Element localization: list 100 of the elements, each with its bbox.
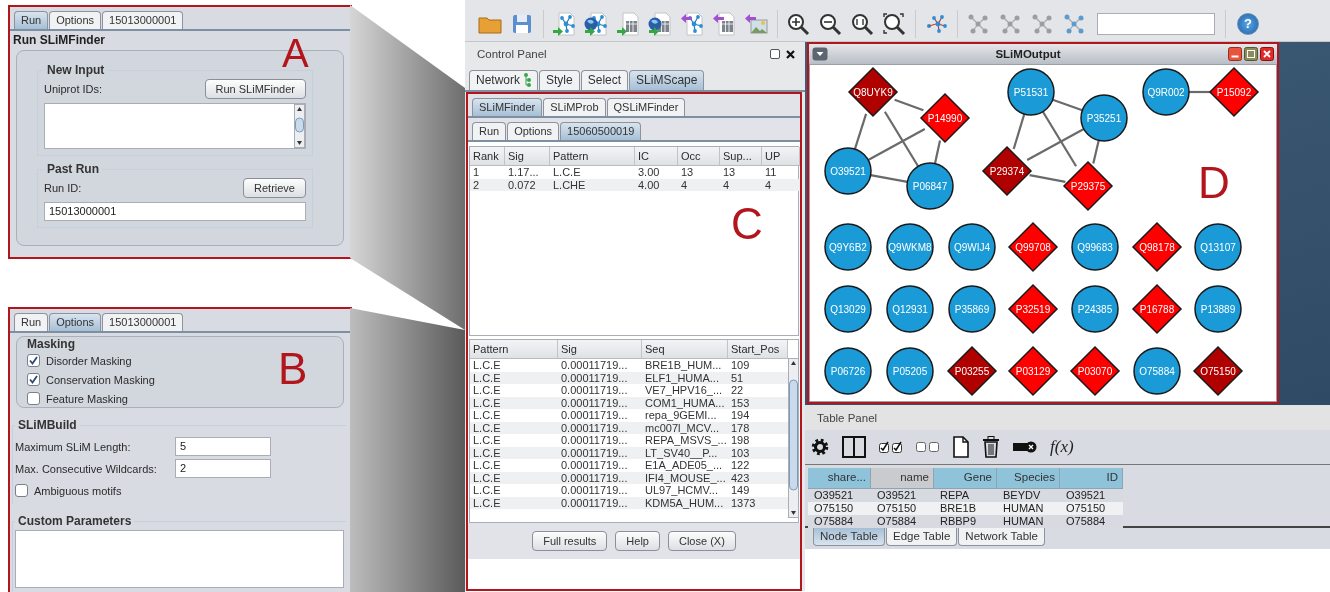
tab[interactable]: Run — [472, 122, 507, 140]
network-node[interactable]: P03255 — [946, 345, 998, 397]
close-icon[interactable] — [786, 49, 795, 59]
zoom-actual-size-icon[interactable] — [849, 11, 875, 36]
tab[interactable]: 15060500019 — [560, 122, 642, 140]
column-header[interactable]: Gene — [934, 468, 997, 489]
column-header[interactable]: share... — [808, 468, 871, 489]
column-header[interactable]: Sig — [505, 147, 550, 166]
tab[interactable]: Edge Table — [886, 528, 958, 546]
tab[interactable]: 15013000001 — [102, 313, 184, 331]
number-field[interactable]: 5 — [175, 437, 271, 456]
table-export-icon[interactable] — [711, 11, 737, 36]
column-header[interactable]: name — [871, 468, 934, 489]
search-field[interactable] — [1097, 12, 1215, 35]
column-header[interactable]: UP — [762, 147, 800, 166]
maximize-icon[interactable] — [1244, 47, 1258, 61]
table-cell: 178 — [728, 421, 788, 434]
custom-parameters-field[interactable] — [15, 530, 344, 588]
zoom-fit-icon[interactable] — [881, 11, 907, 36]
tab[interactable]: SLiMProb — [543, 98, 606, 116]
column-header[interactable]: Species — [997, 468, 1060, 489]
table-import-icon[interactable] — [615, 11, 641, 36]
table-cell: 4 — [678, 178, 720, 191]
tab[interactable]: Style — [539, 70, 580, 90]
network-node[interactable]: P29374 — [981, 145, 1033, 197]
network-node[interactable]: P32519 — [1007, 283, 1059, 335]
document-icon[interactable] — [953, 436, 969, 458]
tab[interactable]: Options — [49, 313, 102, 331]
column-header[interactable]: ID — [1060, 468, 1123, 489]
column-header[interactable]: Pattern — [470, 340, 558, 359]
number-field[interactable]: 2 — [175, 459, 271, 478]
close-icon[interactable] — [1260, 47, 1274, 61]
tab[interactable]: QSLiMFinder — [606, 98, 686, 116]
uniprot-ids-field[interactable] — [44, 103, 306, 149]
tab[interactable]: Node Table — [813, 528, 885, 546]
square-icon[interactable] — [770, 49, 780, 59]
minimize-icon[interactable] — [1228, 47, 1242, 61]
tab[interactable]: 15013000001 — [102, 11, 184, 29]
scrollbar[interactable] — [294, 104, 305, 148]
table-cell-text: L.C.E — [472, 459, 502, 472]
run-id-field[interactable]: 15013000001 — [44, 202, 306, 221]
tab[interactable]: SLiMFinder — [472, 98, 543, 116]
tab[interactable]: Options — [507, 122, 560, 140]
network-node[interactable]: Q8UYK9 — [847, 66, 899, 118]
table-cell: L.C.E — [470, 371, 558, 384]
table-cell: 0.00011719... — [558, 421, 642, 434]
column-header[interactable]: Start_Pos — [728, 340, 788, 359]
network-node[interactable]: O75150 — [1192, 345, 1244, 397]
checkbox[interactable] — [27, 373, 40, 386]
action-button[interactable]: Close (X) — [668, 531, 736, 551]
action-button[interactable]: Help — [615, 531, 660, 551]
table-cell: O75884 — [871, 515, 934, 528]
column-header[interactable]: Sup... — [720, 147, 762, 166]
column-header[interactable]: IC — [635, 147, 678, 166]
tab[interactable]: SLiMScape — [629, 70, 705, 90]
zoom-out-icon[interactable] — [817, 11, 843, 36]
column-header[interactable]: Occ — [678, 147, 720, 166]
trash-icon[interactable] — [982, 436, 1000, 458]
network-node[interactable]: Q99708 — [1007, 221, 1059, 273]
network-node[interactable]: P16788 — [1131, 283, 1183, 335]
table-cell: L.C.E — [470, 421, 558, 434]
field-label: Max. Consecutive Wildcards: — [15, 462, 158, 475]
column-header[interactable]: Seq — [642, 340, 728, 359]
mapping-icon[interactable] — [1013, 441, 1037, 453]
globe-network-icon[interactable] — [583, 11, 609, 36]
run-button[interactable]: Run SLiMFinder — [204, 79, 306, 99]
tab[interactable]: Network — [469, 70, 538, 90]
network-import-icon[interactable] — [551, 11, 577, 36]
column-header[interactable]: Sig — [558, 340, 642, 359]
dropdown-icon[interactable] — [812, 47, 828, 61]
retrieve-button[interactable]: Retrieve — [243, 178, 306, 198]
tab[interactable]: Run — [14, 11, 49, 29]
tab[interactable]: Options — [49, 11, 102, 29]
network-node[interactable]: P15092 — [1208, 66, 1260, 118]
network-node[interactable]: P29375 — [1062, 160, 1114, 212]
network-node[interactable]: P14990 — [919, 92, 971, 144]
empty-boxes-icon[interactable] — [916, 441, 940, 453]
columns-icon[interactable] — [842, 436, 866, 458]
column-header[interactable]: Pattern — [550, 147, 635, 166]
scrollbar[interactable] — [788, 358, 799, 518]
checkbox[interactable] — [27, 392, 40, 405]
function-button[interactable]: f(x) — [1050, 437, 1074, 457]
network-export-icon[interactable] — [679, 11, 705, 36]
checkbox[interactable] — [15, 484, 28, 497]
tab[interactable]: Select — [580, 70, 629, 90]
action-button[interactable]: Full results — [532, 531, 608, 551]
checkbox[interactable] — [27, 354, 40, 367]
network-node[interactable]: P03129 — [1007, 345, 1059, 397]
table-cell: 2 — [470, 178, 505, 191]
table-cell: O75150 — [1060, 502, 1123, 515]
tab[interactable]: Run — [14, 313, 49, 331]
network-node[interactable]: Q98178 — [1131, 221, 1183, 273]
settings-icon[interactable] — [811, 438, 829, 456]
checked-boxes-icon[interactable] — [879, 441, 903, 453]
image-export-icon[interactable] — [743, 11, 769, 36]
column-header[interactable]: Rank — [470, 147, 505, 166]
tab[interactable]: Network Table — [958, 528, 1045, 546]
zoom-in-icon[interactable] — [785, 11, 811, 36]
network-node[interactable]: P03070 — [1069, 345, 1121, 397]
globe-table-icon[interactable] — [647, 11, 673, 36]
